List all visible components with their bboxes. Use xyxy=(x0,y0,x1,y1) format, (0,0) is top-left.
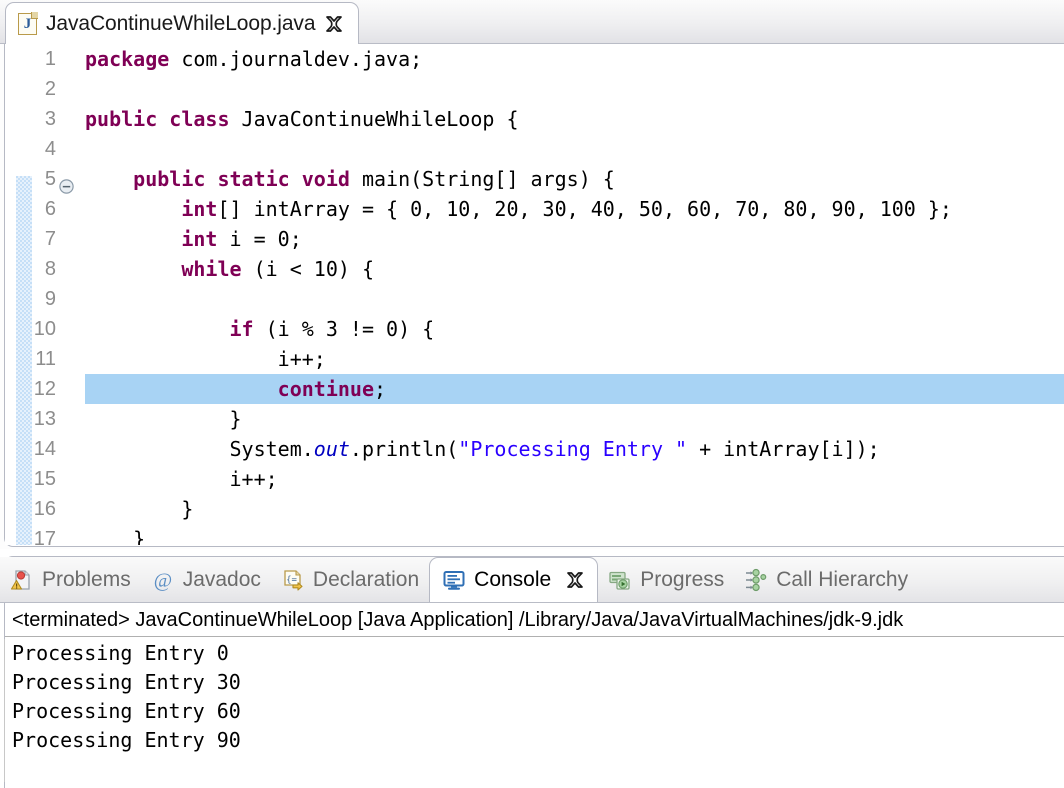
view-tab-problems[interactable]: Problems xyxy=(0,557,141,602)
editor-tab-label: JavaContinueWhileLoop.java xyxy=(46,12,315,36)
line-number: 13 xyxy=(5,404,56,434)
line-number: 10 xyxy=(5,314,56,344)
code-line[interactable]: 14 System.out.println("Processing Entry … xyxy=(5,434,1064,464)
svg-text:{=: {= xyxy=(286,575,297,585)
code-text: } xyxy=(85,404,1064,434)
line-number: 15 xyxy=(5,464,56,494)
close-icon[interactable] xyxy=(565,570,585,590)
code-line[interactable]: 12 continue; xyxy=(5,374,1064,404)
call-hierarchy-icon xyxy=(744,568,768,592)
code-text xyxy=(85,284,1064,314)
code-text: public static void main(String[] args) { xyxy=(85,164,1064,194)
code-line[interactable]: 2 xyxy=(5,74,1064,104)
code-text: while (i < 10) { xyxy=(85,254,1064,284)
code-line[interactable]: 10 if (i % 3 != 0) { xyxy=(5,314,1064,344)
code-text: package com.journaldev.java; xyxy=(85,44,1064,74)
view-tab-label: Declaration xyxy=(313,568,419,592)
code-line[interactable]: 1 package com.journaldev.java; xyxy=(5,44,1064,74)
java-file-icon: J xyxy=(18,13,37,35)
code-line[interactable]: 8 while (i < 10) { xyxy=(5,254,1064,284)
code-line[interactable]: 15 i++; xyxy=(5,464,1064,494)
editor-tab-javacontinuewhileloop[interactable]: J JavaContinueWhileLoop.java xyxy=(5,2,359,45)
code-text: int[] intArray = { 0, 10, 20, 30, 40, 50… xyxy=(85,194,1064,224)
line-number: 17 xyxy=(5,524,56,545)
code-text: System.out.println("Processing Entry " +… xyxy=(85,434,1064,464)
line-number: 7 xyxy=(5,224,56,254)
code-text xyxy=(85,74,1064,104)
code-text: public class JavaContinueWhileLoop { xyxy=(85,104,1064,134)
code-text: int i = 0; xyxy=(85,224,1064,254)
code-text: i++; xyxy=(85,464,1064,494)
view-tab-call-hierarchy[interactable]: Call Hierarchy xyxy=(734,557,918,602)
code-text: i++; xyxy=(85,344,1064,374)
progress-icon xyxy=(608,568,632,592)
code-line[interactable]: 16 } xyxy=(5,494,1064,524)
line-number: 9 xyxy=(5,284,56,314)
code-line[interactable]: 4 xyxy=(5,134,1064,164)
view-tab-declaration[interactable]: {= Declaration xyxy=(271,557,429,602)
editor-tab-bar: J JavaContinueWhileLoop.java xyxy=(0,0,1064,44)
view-tab-label: Progress xyxy=(640,568,724,592)
view-tab-console[interactable]: Console xyxy=(429,557,598,602)
line-number: 12 xyxy=(5,374,56,404)
code-line[interactable]: 17 } xyxy=(5,524,1064,545)
console-output-line: Processing Entry 60 xyxy=(12,697,1064,726)
code-text xyxy=(85,134,1064,164)
view-tab-label: Javadoc xyxy=(183,568,261,592)
view-tab-progress[interactable]: Progress xyxy=(598,557,734,602)
line-number: 4 xyxy=(5,134,56,164)
code-text: } xyxy=(85,494,1064,524)
view-tab-label: Call Hierarchy xyxy=(776,568,908,592)
console-icon xyxy=(442,568,466,592)
bottom-panel: Problems @ Javadoc {= Declaration Console Prog… xyxy=(0,551,1064,782)
view-tab-bar: Problems @ Javadoc {= Declaration Console Prog… xyxy=(0,557,1064,603)
line-number: 6 xyxy=(5,194,56,224)
view-tab-javadoc[interactable]: @ Javadoc xyxy=(141,557,271,602)
collapse-fold-icon[interactable] xyxy=(59,172,74,187)
code-line[interactable]: 7 int i = 0; xyxy=(5,224,1064,254)
code-line[interactable]: 13 } xyxy=(5,404,1064,434)
console-output-line: Processing Entry 90 xyxy=(12,726,1064,755)
code-line[interactable]: 11 i++; xyxy=(5,344,1064,374)
code-line[interactable]: 3 public class JavaContinueWhileLoop { xyxy=(5,104,1064,134)
console-output-line: Processing Entry 30 xyxy=(12,668,1064,697)
view-tab-label: Console xyxy=(474,568,551,592)
code-lines: 1 package com.journaldev.java; 2 3 public c… xyxy=(5,44,1064,545)
line-number: 8 xyxy=(5,254,56,284)
line-number: 14 xyxy=(5,434,56,464)
console-output-line: Processing Entry 0 xyxy=(12,639,1064,668)
line-number: 11 xyxy=(5,344,56,374)
code-text: if (i % 3 != 0) { xyxy=(85,314,1064,344)
line-number: 2 xyxy=(5,74,56,104)
line-number: 16 xyxy=(5,494,56,524)
line-number: 3 xyxy=(5,104,56,134)
view-tab-label: Problems xyxy=(42,568,131,592)
console-output[interactable]: Processing Entry 0Processing Entry 30Pro… xyxy=(5,639,1064,782)
problems-icon xyxy=(10,568,34,592)
line-number: 1 xyxy=(5,44,56,74)
code-editor-area[interactable]: 1 package com.journaldev.java; 2 3 public c… xyxy=(5,44,1064,545)
line-number: 5 xyxy=(5,164,56,194)
code-line[interactable]: 6 int[] intArray = { 0, 10, 20, 30, 40, … xyxy=(5,194,1064,224)
close-icon[interactable] xyxy=(324,14,344,34)
code-line[interactable]: 9 xyxy=(5,284,1064,314)
editor-part: J JavaContinueWhileLoop.java 1 package co… xyxy=(0,0,1064,549)
javadoc-icon: @ xyxy=(151,568,175,592)
code-line[interactable]: 5 public static void main(String[] args)… xyxy=(5,164,1064,194)
code-text: continue; xyxy=(85,374,1064,404)
code-text: } xyxy=(85,524,1064,545)
svg-text:@: @ xyxy=(153,569,171,591)
declaration-icon: {= xyxy=(281,568,305,592)
console-launch-header: <terminated> JavaContinueWhileLoop [Java… xyxy=(5,603,1064,637)
